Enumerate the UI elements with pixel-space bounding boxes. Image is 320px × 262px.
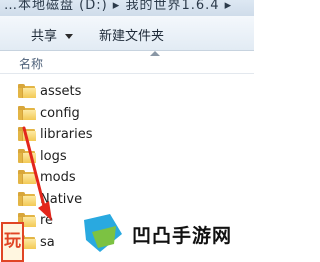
folder-icon bbox=[18, 149, 36, 163]
left-logo: 玩 bbox=[1, 222, 24, 262]
file-name: assets bbox=[40, 84, 82, 99]
column-header: 名称 bbox=[0, 51, 254, 74]
command-toolbar: 共享 新建文件夹 bbox=[0, 16, 254, 51]
folder-icon bbox=[18, 170, 36, 184]
file-name: config bbox=[40, 106, 80, 121]
folder-icon bbox=[18, 106, 36, 120]
file-name: libraries bbox=[40, 127, 93, 142]
watermark-text: 凹凸手游网 bbox=[132, 225, 233, 247]
folder-icon bbox=[18, 192, 36, 206]
name-column-header[interactable]: 名称 bbox=[19, 55, 43, 72]
list-item[interactable]: logs bbox=[0, 146, 254, 168]
folder-icon bbox=[18, 127, 36, 141]
list-item[interactable]: libraries bbox=[0, 124, 254, 146]
watermark-logo-icon bbox=[84, 214, 122, 252]
file-name: sa bbox=[40, 235, 55, 250]
file-name: re bbox=[40, 213, 54, 228]
list-item[interactable]: mods bbox=[0, 167, 254, 189]
new-folder-button[interactable]: 新建文件夹 bbox=[99, 25, 164, 44]
share-button[interactable]: 共享 bbox=[31, 25, 74, 44]
list-item[interactable]: assets bbox=[0, 81, 254, 103]
title-bar: …本地磁盘 (D:) ▸ 我的世界1.6.4 ▸ bbox=[0, 0, 254, 16]
header-divider bbox=[0, 73, 254, 74]
folder-icon bbox=[18, 84, 36, 98]
address-breadcrumb[interactable]: …本地磁盘 (D:) ▸ 我的世界1.6.4 ▸ bbox=[4, 0, 232, 13]
file-name: logs bbox=[40, 149, 67, 164]
sort-ascending-icon bbox=[150, 51, 160, 56]
file-name: Native bbox=[40, 192, 83, 207]
list-item[interactable]: config bbox=[0, 103, 254, 125]
left-logo-text: 玩 bbox=[4, 231, 21, 251]
file-name: mods bbox=[40, 170, 76, 185]
chevron-down-icon bbox=[65, 34, 74, 39]
share-button-label: 共享 bbox=[31, 29, 58, 44]
watermark: 凹凸手游网 bbox=[74, 208, 254, 259]
